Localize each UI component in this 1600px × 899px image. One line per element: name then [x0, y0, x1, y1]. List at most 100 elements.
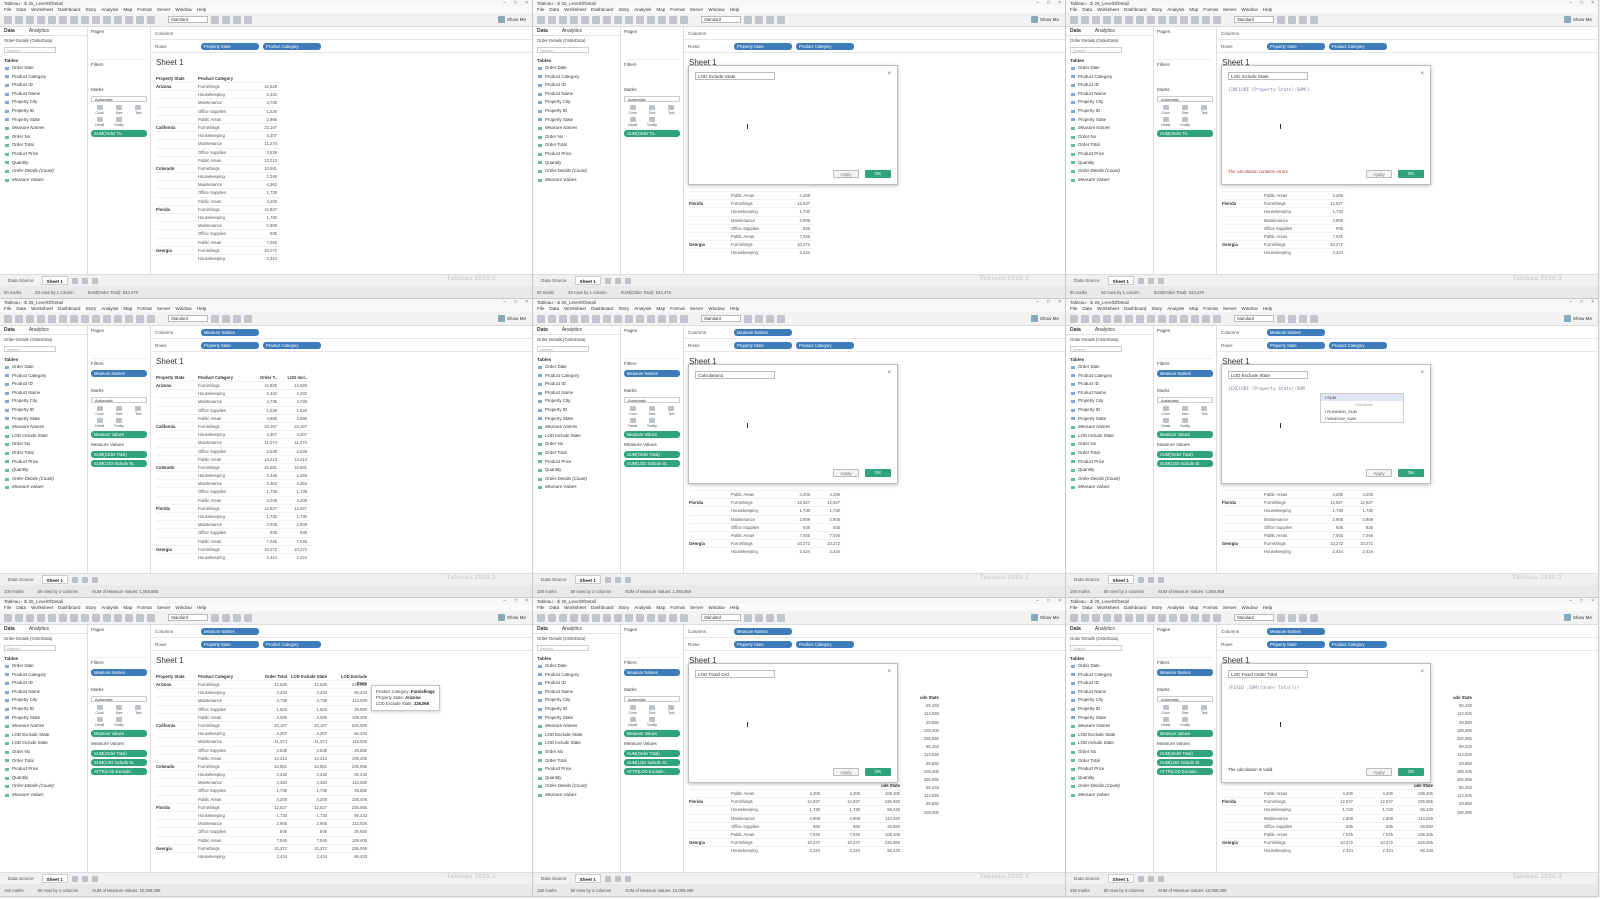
value-cell[interactable]: 935 [250, 230, 280, 237]
category-cell[interactable]: Public Areas [198, 497, 250, 504]
menu-item[interactable]: File [537, 306, 544, 311]
field-item[interactable]: Measure Values [533, 483, 620, 492]
category-cell[interactable]: Housekeeping [198, 513, 250, 520]
filters-card[interactable] [621, 69, 683, 85]
value-cell[interactable]: 1,730 [1316, 806, 1356, 813]
category-cell[interactable]: Furnishings [198, 722, 250, 729]
state-cell[interactable] [156, 99, 198, 106]
toolbar-tool-icon[interactable] [1180, 314, 1188, 323]
value-cell[interactable]: 935 [280, 529, 310, 536]
state-cell[interactable] [156, 189, 198, 196]
filters-card[interactable] [88, 69, 150, 85]
value-cell[interactable]: 56,433 [920, 743, 939, 751]
mark-tooltip-button[interactable]: Tooltip [1176, 717, 1193, 727]
category-cell[interactable]: Office Supplies [731, 524, 783, 531]
show-me-button[interactable]: Show Me [1030, 16, 1059, 23]
column-header[interactable]: LOD Exclude State [330, 673, 370, 686]
value-cell[interactable]: 11,274 [250, 439, 280, 446]
value-cell[interactable]: 113,026 [1453, 751, 1472, 759]
pages-card[interactable] [1157, 36, 1213, 60]
value-cell[interactable]: 108,405 [1453, 768, 1472, 776]
state-cell[interactable] [156, 390, 198, 397]
toolbar-tool-icon[interactable] [548, 314, 556, 323]
rows-shelf[interactable]: Rows Property State Product Category [684, 40, 1065, 53]
field-search-input[interactable]: Search [4, 47, 56, 53]
state-cell[interactable]: Florida [1222, 798, 1264, 805]
field-item[interactable]: Product Category [533, 372, 620, 381]
toolbar-tool-icon[interactable] [755, 613, 763, 622]
fit-select[interactable]: Standard [1234, 16, 1274, 23]
column-header[interactable] [1264, 782, 1316, 789]
toolbar-tool-icon[interactable] [1147, 613, 1155, 622]
category-cell[interactable]: Furnishings [731, 839, 783, 846]
mark-color-button[interactable]: Color [1157, 406, 1174, 416]
mark-text-button[interactable]: Text [663, 105, 680, 115]
new-sheet-icon[interactable] [1157, 277, 1164, 284]
value-cell[interactable]: 935 [1316, 823, 1356, 830]
sheet-tab[interactable]: Sheet 1 [41, 575, 68, 584]
state-cell[interactable] [689, 847, 731, 854]
category-cell[interactable]: Office Supplies [198, 706, 250, 713]
toolbar-tool-icon[interactable] [1125, 613, 1133, 622]
category-cell[interactable]: Housekeeping [198, 853, 250, 860]
column-header[interactable]: ude State [1396, 782, 1436, 789]
field-item[interactable]: Property ID [1066, 406, 1153, 415]
value-cell[interactable]: 2,908 [783, 815, 823, 822]
menu-item[interactable]: Help [197, 306, 206, 311]
toolbar-tool-icon[interactable] [1180, 15, 1188, 24]
tab-analytics[interactable]: Analytics [562, 28, 582, 34]
mark-text-button[interactable]: Text [1196, 705, 1213, 715]
menu-item[interactable]: Data [1082, 7, 1092, 12]
toolbar-tool-icon[interactable] [548, 613, 556, 622]
field-item[interactable]: Property ID [0, 705, 87, 714]
filter-pill[interactable]: Measure Names [91, 669, 147, 676]
data-source-name[interactable]: Order-Details (OrderData) [533, 634, 620, 643]
menu-item[interactable]: Story [85, 7, 96, 12]
column-header[interactable] [689, 184, 731, 191]
toolbar-tool-icon[interactable] [1169, 613, 1177, 622]
mark-text-button[interactable]: Text [1196, 105, 1213, 115]
new-sheet-icon[interactable] [1157, 576, 1164, 583]
toolbar-tool-icon[interactable] [15, 613, 23, 622]
column-header[interactable] [1222, 483, 1264, 490]
value-cell[interactable]: 2,432 [280, 390, 310, 397]
measure-value-pill[interactable]: SUM(LOD Include St.. [1157, 759, 1213, 766]
field-item[interactable]: Order-Details (Count) [533, 475, 620, 484]
value-cell[interactable]: 108,405 [920, 768, 939, 776]
menu-item[interactable]: Dashboard [58, 306, 80, 311]
value-cell[interactable]: 2,908 [813, 516, 843, 523]
toolbar-tool-icon[interactable] [15, 314, 23, 323]
menu-item[interactable]: Server [690, 306, 704, 311]
value-cell[interactable]: 12,927 [823, 798, 863, 805]
value-cell[interactable]: 1,739 [250, 787, 290, 794]
column-header[interactable] [1316, 483, 1346, 490]
row-pill[interactable]: Product Category [263, 42, 321, 50]
toolbar-tool-icon[interactable] [777, 613, 785, 622]
value-cell[interactable]: 113,026 [920, 710, 939, 718]
ok-button[interactable]: OK [1398, 170, 1424, 178]
menu-item[interactable]: Format [137, 605, 152, 610]
value-cell[interactable]: 2,424 [1356, 847, 1396, 854]
category-cell[interactable]: Furnishings [198, 464, 250, 471]
toolbar-tool-icon[interactable] [1180, 613, 1188, 622]
field-item[interactable]: Property City [533, 397, 620, 406]
state-cell[interactable] [156, 407, 198, 414]
category-cell[interactable]: Housekeeping [198, 255, 250, 262]
field-item[interactable]: Order Date [533, 64, 620, 73]
menu-item[interactable]: Dashboard [58, 605, 80, 610]
category-cell[interactable]: Maintenance [731, 516, 783, 523]
field-item[interactable]: Property City [0, 696, 87, 705]
value-cell[interactable]: 2,908 [1316, 516, 1346, 523]
field-item[interactable]: Product Category [0, 372, 87, 381]
field-item[interactable]: Quantity [1066, 466, 1153, 475]
value-cell[interactable]: 2,424 [250, 853, 290, 860]
toolbar-tool-icon[interactable] [4, 15, 12, 24]
menu-item[interactable]: File [537, 7, 544, 12]
field-item[interactable]: Property City [1066, 397, 1153, 406]
toolbar-tool-icon[interactable] [103, 314, 111, 323]
category-cell[interactable]: Housekeeping [198, 771, 250, 778]
menu-item[interactable]: Server [1223, 7, 1237, 12]
tab-data[interactable]: Data [4, 327, 15, 333]
field-item[interactable]: Product ID [1066, 380, 1153, 389]
value-cell[interactable]: 29,550 [1453, 800, 1472, 808]
